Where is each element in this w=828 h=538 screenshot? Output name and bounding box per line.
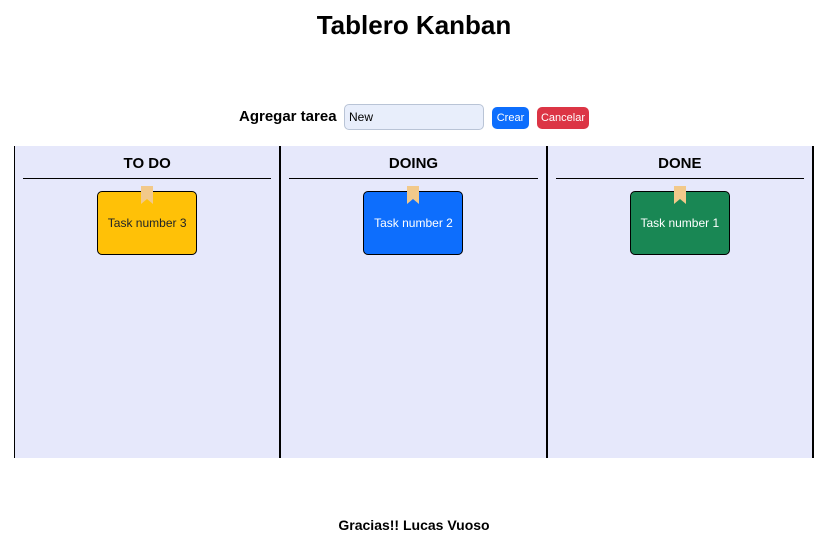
bookmark-icon	[407, 186, 420, 204]
cancel-button[interactable]: Cancelar	[537, 107, 589, 129]
task-card[interactable]: Task number 3	[97, 186, 198, 255]
task-card-label: Task number 3	[107, 216, 187, 230]
column-title-done: DONE	[555, 154, 804, 179]
bookmark-icon	[141, 186, 154, 204]
task-card-label: Task number 1	[640, 216, 720, 230]
page-title: Tablero Kanban	[316, 10, 512, 40]
add-task-form: Agregar tarea Crear Cancelar	[0, 104, 828, 130]
column-doing: DOING Task number 2	[279, 146, 546, 458]
kanban-board: TO DO Task number 3 DOING Task number 2 …	[14, 146, 814, 458]
column-title-doing: DOING	[289, 154, 538, 179]
task-card-label: Task number 2	[374, 216, 453, 230]
bookmark-icon	[673, 186, 686, 204]
add-task-label: Agregar tarea	[239, 108, 337, 125]
task-input[interactable]	[344, 104, 484, 130]
column-title-todo: TO DO	[23, 154, 272, 179]
task-card[interactable]: Task number 2	[363, 186, 464, 255]
task-card[interactable]: Task number 1	[629, 186, 730, 255]
column-todo: TO DO Task number 3	[14, 146, 280, 458]
column-done: DONE Task number 1	[545, 146, 814, 458]
footer-credits: Gracias!! Lucas Vuoso	[338, 517, 490, 533]
create-button[interactable]: Crear	[492, 107, 529, 129]
